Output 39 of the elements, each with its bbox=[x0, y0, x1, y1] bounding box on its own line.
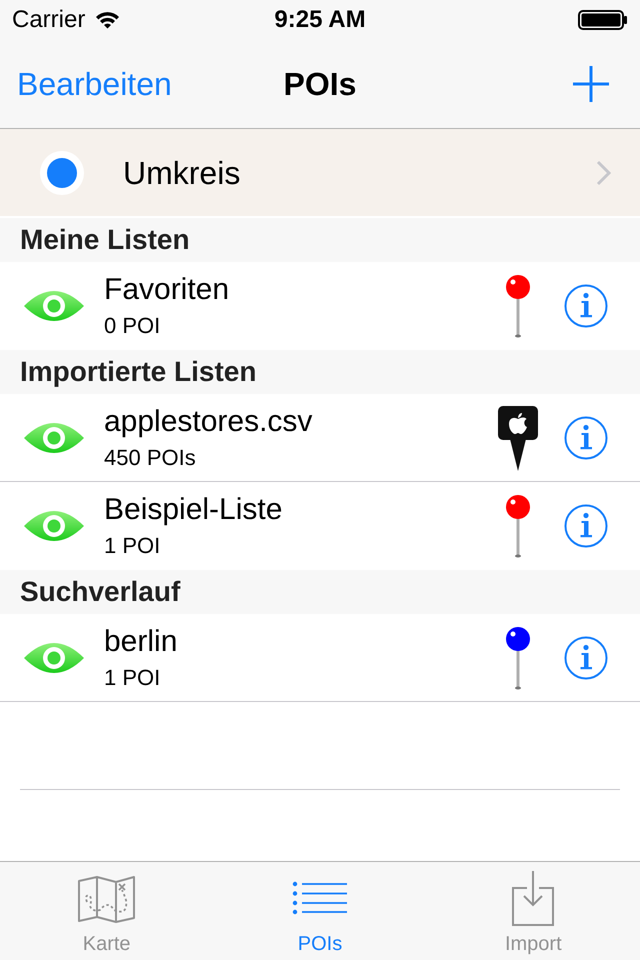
battery-icon bbox=[578, 10, 628, 30]
radius-cell[interactable]: Umkreis bbox=[0, 129, 640, 216]
info-button[interactable] bbox=[564, 504, 608, 548]
tab[interactable]: Import bbox=[426, 862, 640, 960]
poi-count: 1 POI bbox=[104, 533, 162, 559]
plus-icon bbox=[573, 66, 609, 102]
list-title: Favoriten bbox=[104, 273, 230, 307]
list-title: berlin bbox=[104, 624, 178, 658]
section-header: Importierte Listen bbox=[0, 350, 640, 394]
poi-count: 450 POIs bbox=[104, 444, 197, 470]
poi-count: 0 POI bbox=[104, 313, 162, 339]
chevron-icon bbox=[596, 160, 612, 186]
info-button[interactable] bbox=[564, 284, 608, 328]
tab[interactable]: POIs bbox=[213, 862, 427, 960]
tab[interactable]: Karte bbox=[0, 862, 214, 960]
location-dot-icon bbox=[40, 150, 84, 194]
info-icon bbox=[564, 284, 608, 328]
nav-title: POIs bbox=[284, 68, 356, 100]
add-button[interactable] bbox=[571, 64, 611, 104]
list-title: Beispiel-Liste bbox=[104, 493, 284, 527]
info-icon bbox=[564, 636, 608, 680]
eye-icon[interactable] bbox=[24, 288, 84, 324]
carrier-name: Carrier bbox=[12, 8, 86, 32]
poi-count: 1 POI bbox=[104, 664, 162, 690]
info-icon bbox=[564, 416, 608, 460]
section-header: Suchverlauf bbox=[0, 570, 640, 614]
info-icon bbox=[564, 504, 608, 548]
apple-marker-icon bbox=[497, 404, 539, 470]
section-header: Meine Listen bbox=[0, 218, 640, 262]
status-time: 9:25 AM bbox=[274, 8, 366, 32]
wifi-icon bbox=[95, 11, 120, 29]
edit-button[interactable]: Bearbeiten bbox=[17, 68, 172, 100]
list-title: applestores.csv bbox=[104, 404, 314, 438]
map-icon bbox=[78, 874, 136, 924]
list-icon bbox=[292, 881, 348, 917]
info-button[interactable] bbox=[564, 636, 608, 680]
import-icon bbox=[511, 871, 556, 927]
eye-icon[interactable] bbox=[24, 508, 84, 544]
info-button[interactable] bbox=[564, 416, 608, 460]
